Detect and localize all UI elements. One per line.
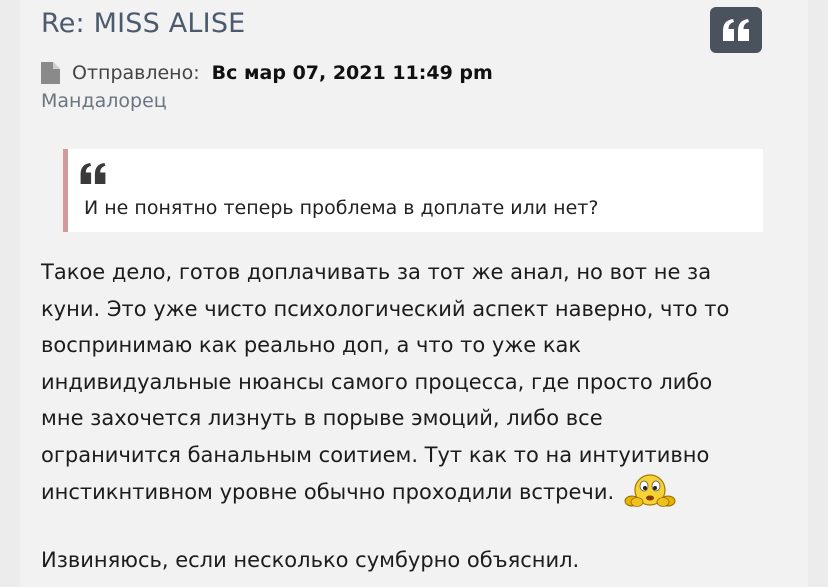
file-icon[interactable] [41,62,60,84]
forum-post: Re: MISS ALISE Отправлено: Вс мар 07, 20… [20,0,808,587]
post-meta: Отправлено: Вс мар 07, 2021 11:49 pm [41,60,493,86]
post-date: Вс мар 07, 2021 11:49 pm [211,62,493,84]
body-line-text: инстикнтивном уровне обычно проходили вс… [41,480,615,504]
body-line-last: инстикнтивном уровне обычно проходили вс… [41,473,801,511]
quote-icon [723,19,749,41]
post-title[interactable]: Re: MISS ALISE [41,8,245,39]
post-body: Такое дело, готов доплачивать за тот же … [41,254,801,578]
quote-button[interactable] [710,7,762,53]
body-line: индивидуальные нюансы самого процесса, г… [41,369,713,394]
body-line: воспринимаю как реально доп, а что то уж… [41,333,582,357]
post-author[interactable]: Мандалорец [41,90,167,112]
body-line: мне захочется лизнуть в порыве эмоций, л… [41,406,603,430]
meta-label: Отправлено [72,62,194,84]
thinking-smiley-icon [624,474,676,507]
body-paragraph: Такое дело, готов доплачивать за тот же … [41,254,801,511]
body-line: ограничится банальным соитием. Тут как т… [41,442,710,467]
body-line: Извиняюсь, если несколько сумбурно объяс… [41,547,580,572]
quote-icon [80,163,106,184]
body-line: куни. Это уже чисто психологический аспе… [41,296,730,321]
meta-colon: : [193,62,200,84]
body-paragraph: Извиняюсь, если несколько сумбурно объяс… [41,542,801,579]
body-line: Такое дело, готов доплачивать за тот же … [41,260,712,284]
blockquote-text: И не понятно теперь проблема в доплате и… [84,197,599,219]
blockquote: И не понятно теперь проблема в доплате и… [63,149,763,232]
